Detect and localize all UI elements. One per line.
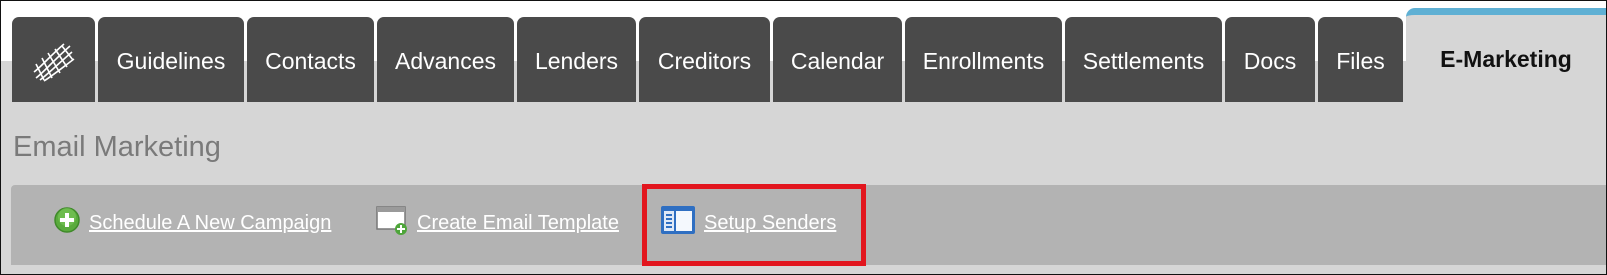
- tab-bar: Guidelines Contacts Advances Lenders Cre…: [1, 8, 1606, 103]
- schedule-campaign-label: Schedule A New Campaign: [89, 211, 332, 234]
- tab-contacts[interactable]: Contacts: [247, 17, 374, 102]
- page-title: Email Marketing: [13, 131, 221, 163]
- app-frame: Guidelines Contacts Advances Lenders Cre…: [0, 0, 1607, 275]
- tab-enrollments[interactable]: Enrollments: [905, 17, 1062, 102]
- tab-creditors[interactable]: Creditors: [639, 17, 770, 102]
- tab-emarketing[interactable]: E-Marketing: [1406, 8, 1606, 102]
- tab-logo[interactable]: [12, 17, 95, 102]
- tab-settlements[interactable]: Settlements: [1065, 17, 1222, 102]
- tab-docs[interactable]: Docs: [1225, 17, 1315, 102]
- add-circle-icon: [53, 206, 81, 240]
- create-template-label: Create Email Template: [417, 211, 619, 234]
- globe-grid-logo-icon: [33, 42, 74, 82]
- new-window-icon: [375, 204, 409, 242]
- tab-calendar[interactable]: Calendar: [773, 17, 902, 102]
- schedule-campaign-link[interactable]: Schedule A New Campaign: [53, 203, 331, 243]
- tab-files[interactable]: Files: [1318, 17, 1403, 102]
- tab-guidelines[interactable]: Guidelines: [98, 17, 244, 102]
- create-template-link[interactable]: Create Email Template: [375, 203, 619, 243]
- highlight-box: [642, 184, 866, 266]
- tab-lenders[interactable]: Lenders: [517, 17, 636, 102]
- tab-advances[interactable]: Advances: [377, 17, 514, 102]
